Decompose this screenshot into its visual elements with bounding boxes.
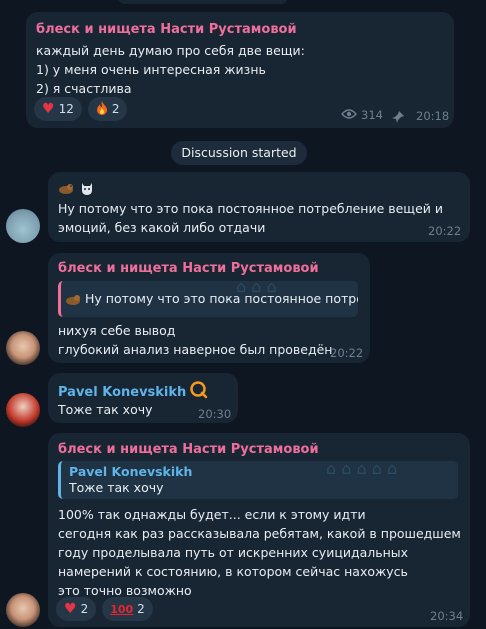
message-time: 20:30	[198, 407, 232, 421]
reaction-heart[interactable]: ♥ 12	[34, 97, 82, 121]
comment-sender: блеск и нищета Насти Рустамовой	[58, 442, 319, 457]
reply-quote[interactable]: ⌂ ⌂ ⌂ Ну потому что это пока постоянное …	[58, 281, 358, 317]
discussion-started-label: Discussion started	[171, 141, 307, 165]
channel-post-reactions: ♥ 12 2	[34, 97, 128, 121]
comment-bubble[interactable]: Pavel Konevskikh Тоже так хочу 20:30	[48, 373, 238, 423]
comment-text: нихуя себе вывод глубокий анализ наверно…	[58, 323, 333, 357]
avatar[interactable]	[6, 593, 40, 627]
comment-sender: блеск и нищета Насти Рустамовой	[58, 261, 319, 276]
message-time: 20:22	[428, 224, 462, 238]
heart-icon: ♥	[64, 601, 77, 617]
quote-sender: Pavel Konevskikh	[69, 464, 193, 479]
avatar[interactable]	[6, 393, 40, 427]
message-time: 20:34	[430, 609, 464, 623]
message-time: 20:22	[330, 346, 364, 360]
comment-bubble[interactable]: блеск и нищета Насти Рустамовой ⌂ ⌂ ⌂ ⌂ …	[48, 433, 470, 627]
avatar[interactable]	[6, 209, 40, 243]
reaction-fire[interactable]: 2	[87, 97, 128, 121]
quote-text: Тоже так хочу	[69, 480, 164, 495]
views-count: 314	[361, 108, 383, 122]
pin-icon	[392, 108, 404, 127]
reaction-hundred[interactable]: 100 2	[102, 597, 153, 621]
quote-emoji-icon	[65, 291, 81, 310]
channel-post-sender: блеск и нищета Насти Рустамовой	[36, 22, 297, 37]
channel-post[interactable]: блеск и нищета Насти Рустамовой каждый д…	[26, 12, 454, 128]
previous-message-edge	[118, 0, 288, 4]
fire-icon	[96, 100, 108, 118]
reaction-count: 2	[80, 602, 89, 616]
sender-emoji-badges	[58, 180, 94, 199]
comment-sender: Pavel Konevskikh	[58, 384, 187, 400]
views-indicator: 314	[341, 108, 383, 122]
heart-icon: ♥	[42, 101, 55, 117]
reaction-count: 12	[58, 102, 74, 116]
avatar[interactable]	[6, 331, 40, 365]
eye-icon	[341, 108, 357, 122]
comment-text: Ну потому что это пока постоянное потреб…	[58, 201, 443, 235]
reaction-heart[interactable]: ♥ 2	[56, 597, 97, 621]
comment-reactions: ♥ 2 100 2	[56, 597, 153, 621]
quote-pattern: ⌂ ⌂ ⌂ ⌂ ⌂	[326, 461, 398, 478]
hundred-icon: 100	[110, 602, 134, 616]
channel-post-text: каждый день думаю про себя две вещи: 1) …	[36, 43, 305, 96]
message-time: 20:18	[416, 109, 450, 123]
qiwi-icon	[190, 381, 208, 403]
comment-text: Тоже так хочу	[58, 402, 153, 417]
cat-icon	[80, 180, 94, 199]
reaction-count: 2	[111, 102, 120, 116]
quote-text: Ну потому что это пока постоянное потреб…	[85, 291, 358, 306]
reply-quote[interactable]: ⌂ ⌂ ⌂ ⌂ ⌂ Pavel Konevskikh Тоже так хочу	[58, 461, 458, 499]
comment-bubble[interactable]: Ну потому что это пока постоянное потреб…	[48, 172, 470, 242]
reaction-count: 2	[137, 602, 145, 616]
comment-text: 100% так однажды будет... если к этому и…	[58, 507, 461, 598]
comment-bubble[interactable]: блеск и нищета Насти Рустамовой ⌂ ⌂ ⌂ Ну…	[48, 253, 370, 363]
otter-icon	[58, 180, 74, 199]
